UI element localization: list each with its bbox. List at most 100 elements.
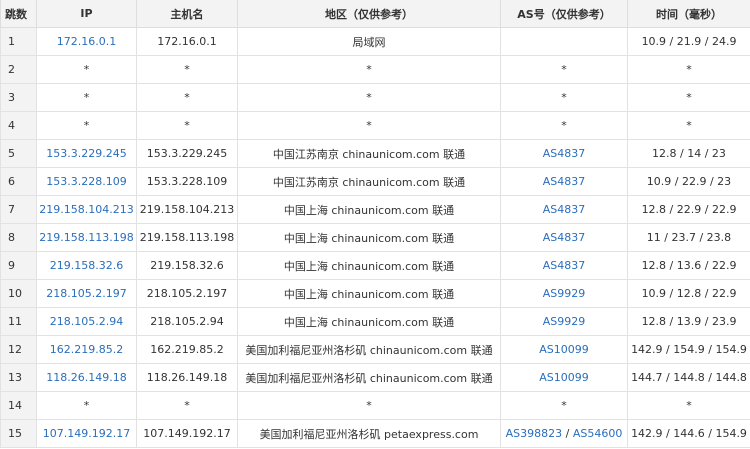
table-header-row: 跳数 IP 主机名 地区（仅供参考） AS号（仅供参考） 时间（毫秒） [0,0,750,28]
column-header-hostname: 主机名 [136,0,238,28]
as-link[interactable]: AS10099 [539,371,589,384]
table-row: 1 172.16.0.1 172.16.0.1 局域网 10.9 / 21.9 / 24… [0,27,750,56]
as-link[interactable]: AS9929 [543,287,586,300]
hostname-value: 107.149.192.17 [143,427,231,440]
hostname-value: * [184,119,190,132]
as-cell: AS4837 [500,223,628,252]
hop-number-cell: 10 [0,279,37,308]
hop-number-cell: 1 [0,27,37,56]
table-row: 13 118.26.149.18 118.26.149.18 美国加利福尼亚州洛杉矶 … [0,363,750,392]
hop-number: 14 [8,399,22,412]
region-cell: * [237,111,501,140]
ip-value: * [83,119,90,132]
time-value: 12.8 / 13.9 / 23.9 [641,315,737,328]
time-cell: 12.8 / 13.6 / 22.9 [627,251,750,280]
table-row: 5 153.3.229.245 153.3.229.245 中国江苏南京 chinau… [0,139,750,168]
hostname-cell: 153.3.229.245 [136,139,238,168]
hostname-cell: * [136,111,238,140]
region-cell: 美国加利福尼亚州洛杉矶 petaexpress.com [237,419,501,448]
region-value: 中国上海 chinaunicom.com 联通 [283,315,455,329]
hop-number-cell: 14 [0,391,37,420]
ip-value: * [83,63,90,76]
time-value: 12.8 / 22.9 / 22.9 [641,203,737,216]
table-row: 8 219.158.113.198 219.158.113.198 中国上海 chin… [0,223,750,252]
hostname-value: 218.105.2.197 [146,287,228,300]
region-value: 美国加利福尼亚州洛杉矶 chinaunicom.com 联通 [245,343,493,357]
hostname-value: * [184,399,190,412]
ip-link[interactable]: 153.3.228.109 [46,175,126,188]
as-link[interactable]: AS4837 [543,147,586,160]
as-cell: AS398823 / AS54600 [500,419,628,448]
region-cell: 中国上海 chinaunicom.com 联通 [237,195,501,224]
as-value: * [561,91,567,104]
time-cell: 142.9 / 144.6 / 154.9 [627,419,750,448]
time-value: 11 / 23.7 / 23.8 [646,231,732,244]
hop-number: 1 [8,35,15,48]
time-cell: 11 / 23.7 / 23.8 [627,223,750,252]
column-header-as: AS号（仅供参考） [500,0,628,28]
time-cell: * [627,111,750,140]
ip-link[interactable]: 153.3.229.245 [46,147,126,160]
as-link[interactable]: AS4837 [543,175,586,188]
region-cell: 中国江苏南京 chinaunicom.com 联通 [237,167,501,196]
region-value: 中国上海 chinaunicom.com 联通 [283,259,455,273]
column-header-ip: IP [36,0,137,28]
as-cell [500,27,628,56]
time-cell: 10.9 / 22.9 / 23 [627,167,750,196]
ip-cell: 218.105.2.94 [36,307,137,336]
hop-number-cell: 8 [0,223,37,252]
table-row: 7 219.158.104.213 219.158.104.213 中国上海 chin… [0,195,750,224]
hostname-value: 219.158.104.213 [139,203,235,216]
ip-cell: 218.105.2.197 [36,279,137,308]
column-header-time: 时间（毫秒） [627,0,750,28]
as-link[interactable]: AS9929 [543,315,586,328]
as-cell: AS10099 [500,363,628,392]
as-cell: * [500,83,628,112]
as-cell: * [500,111,628,140]
ip-cell: 219.158.32.6 [36,251,137,280]
as-cell: AS4837 [500,251,628,280]
time-value: * [686,399,692,412]
hostname-value: 153.3.228.109 [146,175,228,188]
as-value: * [561,63,567,76]
ip-cell: * [36,391,137,420]
region-cell: 美国加利福尼亚州洛杉矶 chinaunicom.com 联通 [237,363,501,392]
hop-number: 12 [8,343,22,356]
ip-cell: 219.158.104.213 [36,195,137,224]
hop-number-cell: 12 [0,335,37,364]
ip-link[interactable]: 218.105.2.197 [46,287,126,300]
hostname-value: 162.219.85.2 [150,343,224,356]
hostname-cell: 153.3.228.109 [136,167,238,196]
ip-link[interactable]: 219.158.104.213 [39,203,133,216]
hostname-cell: 219.158.113.198 [136,223,238,252]
as-cell: * [500,55,628,84]
ip-link[interactable]: 172.16.0.1 [57,35,116,48]
as-link[interactable]: AS4837 [543,203,586,216]
hop-number-cell: 2 [0,55,37,84]
ip-cell: 153.3.228.109 [36,167,137,196]
ip-link[interactable]: 118.26.149.18 [46,371,126,384]
hostname-value: 118.26.149.18 [146,371,228,384]
region-cell: 中国上海 chinaunicom.com 联通 [237,223,501,252]
ip-link[interactable]: 162.219.85.2 [50,343,123,356]
ip-link[interactable]: 107.149.192.17 [43,427,130,440]
hostname-cell: 218.105.2.197 [136,279,238,308]
region-cell: 美国加利福尼亚州洛杉矶 chinaunicom.com 联通 [237,335,501,364]
time-value: 142.9 / 154.9 / 154.9 [631,343,747,356]
as-cell: * [500,391,628,420]
as-link[interactable]: AS4837 [543,259,586,272]
table-row: 4 * * * * * [0,111,750,140]
ip-link[interactable]: 218.105.2.94 [50,315,123,328]
hostname-value: 219.158.113.198 [139,231,235,244]
as-link[interactable]: AS54600 [573,427,623,440]
as-value: * [561,399,567,412]
as-cell: AS4837 [500,195,628,224]
ip-link[interactable]: 219.158.32.6 [50,259,123,272]
region-cell: * [237,55,501,84]
as-link[interactable]: AS398823 [506,427,563,440]
ip-link[interactable]: 219.158.113.198 [39,231,133,244]
time-cell: * [627,391,750,420]
as-link[interactable]: AS4837 [543,231,586,244]
as-cell: AS9929 [500,307,628,336]
as-link[interactable]: AS10099 [539,343,589,356]
